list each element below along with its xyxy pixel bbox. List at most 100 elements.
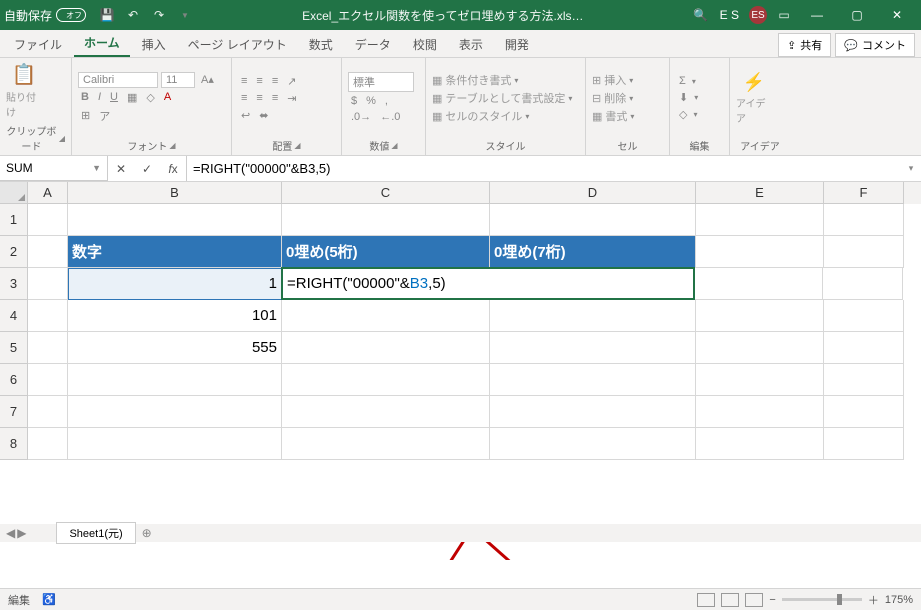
user-avatar[interactable]: ES xyxy=(749,6,767,24)
cell-c2[interactable]: 0埋め(5桁) xyxy=(282,236,490,268)
col-head-e[interactable]: E xyxy=(696,182,824,204)
dec-decimal-icon[interactable]: ←.0 xyxy=(377,110,403,124)
auto-save-toggle[interactable]: 自動保存 オフ xyxy=(4,7,86,24)
row-head-6[interactable]: 6 xyxy=(0,364,28,396)
tab-review[interactable]: 校閲 xyxy=(403,31,447,57)
cell-b5[interactable]: 555 xyxy=(68,332,282,364)
row-head-4[interactable]: 4 xyxy=(0,300,28,332)
comma-icon[interactable]: , xyxy=(382,94,391,108)
delete-cells-button[interactable]: ⊟削除▾ xyxy=(592,90,663,106)
share-button[interactable]: ⇪共有 xyxy=(778,33,831,57)
border-button[interactable]: ▦ xyxy=(124,90,140,105)
new-sheet-icon[interactable]: ⊕ xyxy=(142,526,152,540)
tab-file[interactable]: ファイル xyxy=(4,31,72,57)
zoom-level[interactable]: 175% xyxy=(885,594,913,606)
tab-insert[interactable]: 挿入 xyxy=(132,31,176,57)
minimize-button[interactable]: — xyxy=(797,0,837,30)
col-head-c[interactable]: C xyxy=(282,182,490,204)
formula-input[interactable]: =RIGHT("00000"&B3,5) xyxy=(187,156,901,181)
name-box[interactable]: SUM ▼ xyxy=(0,156,108,181)
select-all-corner[interactable] xyxy=(0,182,28,204)
number-format-select[interactable]: 標準 xyxy=(348,72,414,92)
format-cells-button[interactable]: ▦書式▾ xyxy=(592,108,663,124)
accessibility-icon[interactable]: ♿ xyxy=(42,593,56,606)
zoom-slider[interactable] xyxy=(782,598,862,601)
tab-developer[interactable]: 開発 xyxy=(495,31,539,57)
tab-data[interactable]: データ xyxy=(345,31,401,57)
cell-d2[interactable]: 0埋め(7桁) xyxy=(490,236,696,268)
fill-icon[interactable]: ⬇ xyxy=(676,90,691,105)
page-break-view-button[interactable] xyxy=(745,593,763,607)
ruby-button[interactable]: ア xyxy=(96,107,113,125)
maximize-button[interactable]: ▢ xyxy=(837,0,877,30)
inc-decimal-icon[interactable]: .0→ xyxy=(348,110,374,124)
ribbon-display-icon[interactable]: ▭ xyxy=(773,4,795,26)
save-icon[interactable]: 💾 xyxy=(96,4,118,26)
tab-home[interactable]: ホーム xyxy=(74,29,130,57)
sheet-tab[interactable]: Sheet1(元) xyxy=(56,522,135,544)
enter-formula-button[interactable]: ✓ xyxy=(134,162,160,176)
expand-formula-bar-icon[interactable]: ▾ xyxy=(901,156,921,181)
align-mid-icon[interactable]: ≡ xyxy=(253,74,265,88)
phonetic-button[interactable]: ⊞ xyxy=(78,108,93,123)
font-size-select[interactable]: 11 xyxy=(161,72,195,88)
align-left-icon[interactable]: ≡ xyxy=(238,91,250,105)
table-format-button[interactable]: ▦テーブルとして書式設定▾ xyxy=(432,90,579,106)
paste-button[interactable]: 📋 貼り付け xyxy=(6,69,42,113)
col-head-a[interactable]: A xyxy=(28,182,68,204)
percent-icon[interactable]: % xyxy=(363,94,379,108)
row-head-8[interactable]: 8 xyxy=(0,428,28,460)
font-name-select[interactable]: Calibri xyxy=(78,72,158,88)
insert-function-button[interactable]: fx xyxy=(160,162,186,176)
col-head-d[interactable]: D xyxy=(490,182,696,204)
sheet-nav-prev-icon[interactable]: ◀ xyxy=(6,526,15,540)
cell-b3[interactable]: 1 xyxy=(68,268,282,300)
cell-style-button[interactable]: ▦セルのスタイル▾ xyxy=(432,108,579,124)
bold-button[interactable]: B xyxy=(78,90,92,104)
align-center-icon[interactable]: ≡ xyxy=(253,91,265,105)
fill-color-button[interactable]: ◇ xyxy=(143,90,157,105)
sheet-nav-next-icon[interactable]: ▶ xyxy=(17,526,26,540)
insert-cells-button[interactable]: ⊞挿入▾ xyxy=(592,72,663,88)
col-head-f[interactable]: F xyxy=(824,182,904,204)
zoom-in-button[interactable]: ＋ xyxy=(868,592,879,608)
align-bot-icon[interactable]: ≡ xyxy=(269,74,281,88)
page-layout-view-button[interactable] xyxy=(721,593,739,607)
zoom-out-button[interactable]: − xyxy=(769,594,775,606)
italic-button[interactable]: I xyxy=(95,90,104,104)
tab-page-layout[interactable]: ページ レイアウト xyxy=(178,31,297,57)
orientation-icon[interactable]: ↗ xyxy=(284,74,299,89)
ideas-button[interactable]: ⚡ アイデア xyxy=(736,76,772,120)
cell-c3-editing[interactable]: =RIGHT("00000"&B3,5) xyxy=(281,267,695,300)
autosum-icon[interactable]: Σ xyxy=(676,74,689,88)
row-head-7[interactable]: 7 xyxy=(0,396,28,428)
row-head-2[interactable]: 2 xyxy=(0,236,28,268)
align-right-icon[interactable]: ≡ xyxy=(269,91,281,105)
cell-b2[interactable]: 数字 xyxy=(68,236,282,268)
col-head-b[interactable]: B xyxy=(68,182,282,204)
wrap-button[interactable]: ↩ xyxy=(238,108,253,123)
close-button[interactable]: ✕ xyxy=(877,0,917,30)
indent-icon[interactable]: ⇥ xyxy=(284,91,299,106)
qat-dropdown-icon[interactable]: ▼ xyxy=(174,4,196,26)
namebox-dropdown-icon[interactable]: ▼ xyxy=(92,163,101,173)
worksheet-grid[interactable]: A B C D E F 1 2 数字 0埋め(5桁) 0埋め(7桁) 3 1 =… xyxy=(0,182,921,560)
redo-icon[interactable]: ↷ xyxy=(148,4,170,26)
tab-view[interactable]: 表示 xyxy=(449,31,493,57)
row-head-5[interactable]: 5 xyxy=(0,332,28,364)
undo-icon[interactable]: ↶ xyxy=(122,4,144,26)
row-head-1[interactable]: 1 xyxy=(0,204,28,236)
cell-b4[interactable]: 101 xyxy=(68,300,282,332)
clear-icon[interactable]: ◇ xyxy=(676,107,690,122)
align-top-icon[interactable]: ≡ xyxy=(238,74,250,88)
underline-button[interactable]: U xyxy=(107,90,121,104)
tab-formulas[interactable]: 数式 xyxy=(299,31,343,57)
search-icon[interactable]: 🔍 xyxy=(690,4,712,26)
cancel-formula-button[interactable]: ✕ xyxy=(108,162,134,176)
increase-font-icon[interactable]: A▴ xyxy=(198,72,217,87)
comment-button[interactable]: 💬コメント xyxy=(835,33,915,57)
font-color-button[interactable]: A xyxy=(161,90,174,104)
normal-view-button[interactable] xyxy=(697,593,715,607)
currency-icon[interactable]: $ xyxy=(348,94,360,108)
row-head-3[interactable]: 3 xyxy=(0,268,28,300)
